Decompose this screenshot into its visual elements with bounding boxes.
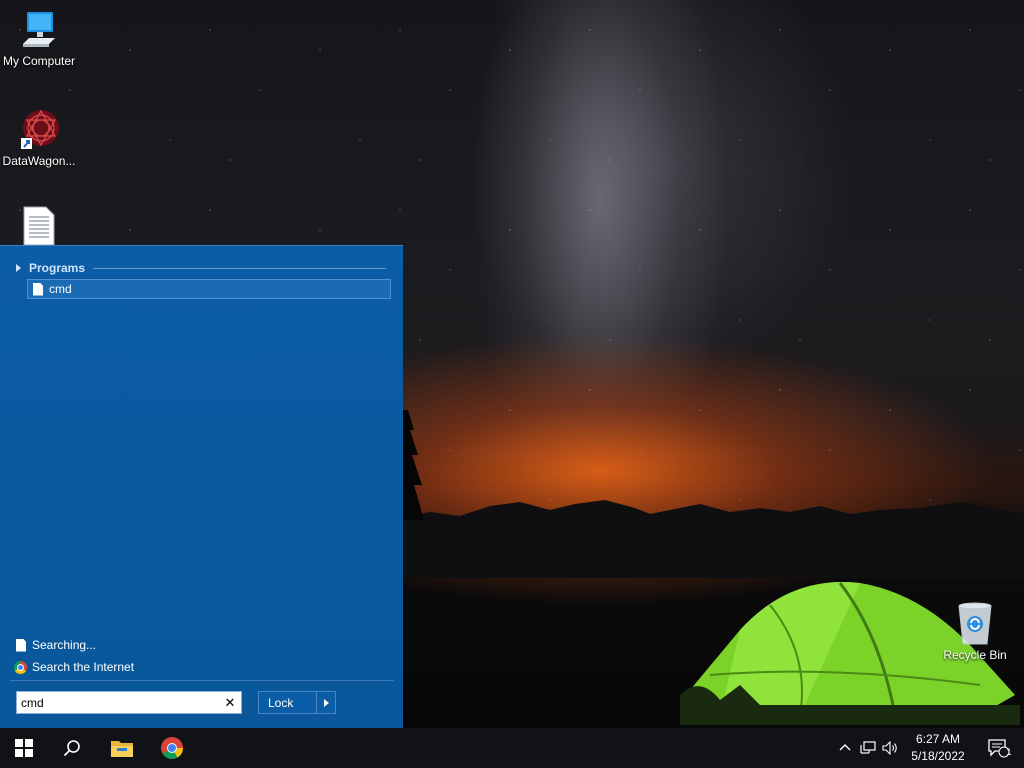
programs-header-label: Programs [29,261,86,275]
desktop-icon-text-document[interactable] [0,205,79,245]
programs-header-rule [93,267,386,269]
taskbar-clock[interactable]: 6:27 AM 5/18/2022 [904,731,972,765]
search-icon [63,740,80,757]
wallpaper-trees [400,410,424,520]
network-icon[interactable] [860,741,876,755]
folder-icon [111,741,133,757]
expand-triangle-icon [16,264,21,272]
desktop-icon-label: DataWagon... [2,154,76,168]
system-tray [838,728,900,768]
computer-icon [23,12,55,47]
programs-section-header[interactable]: Programs [16,260,386,276]
close-icon[interactable]: ✕ [222,695,238,711]
search-result-label: cmd [49,282,72,296]
desktop-icon-my-computer[interactable]: My Computer [0,10,79,68]
taskbar-chrome[interactable] [148,728,196,768]
chrome-icon [161,737,183,759]
lock-button[interactable]: Lock [258,691,336,714]
text-document-icon [23,206,55,245]
start-button[interactable] [0,728,48,768]
search-internet-label: Search the Internet [32,660,135,674]
action-center-button[interactable]: 1 [978,728,1018,768]
lock-button-label: Lock [259,692,317,713]
start-menu-divider [10,680,394,681]
taskbar-file-explorer[interactable] [98,728,146,768]
start-menu: Programs cmd Searching... Search the Int… [0,245,403,729]
clock-time: 6:27 AM [915,732,961,746]
document-icon [16,638,26,652]
search-result-cmd[interactable]: cmd [27,279,391,299]
taskbar-search-button[interactable] [48,728,96,768]
desktop-icon-datawagon[interactable]: DataWagon... [0,108,79,168]
clock-date: 5/18/2022 [911,749,965,763]
volume-icon[interactable] [882,741,900,755]
start-menu-bottom-links: Searching... Search the Internet [14,634,134,678]
searching-item[interactable]: Searching... [14,634,134,656]
windows-logo-icon [15,739,33,757]
desktop-icon-label: My Computer [2,54,76,68]
desktop-icon-label: Recycle Bin [943,648,1007,662]
chevron-up-icon[interactable] [838,741,852,755]
start-search-input[interactable] [17,695,222,710]
recycle-bin-icon [958,602,992,645]
chevron-right-icon [323,698,329,707]
datawagon-shortcut-icon [21,109,59,149]
desktop-icon-recycle-bin[interactable]: Recycle Bin [935,602,1015,662]
lock-options-arrow[interactable] [317,692,335,713]
document-icon [33,282,43,296]
taskbar: 6:27 AM 5/18/2022 1 [0,728,1024,768]
start-search-box[interactable]: ✕ [16,691,242,714]
notification-count-badge: 1 [1006,747,1012,757]
search-internet-item[interactable]: Search the Internet [14,656,134,678]
chrome-icon [14,660,27,674]
searching-label: Searching... [32,638,97,652]
wallpaper-mountains [400,500,1024,578]
